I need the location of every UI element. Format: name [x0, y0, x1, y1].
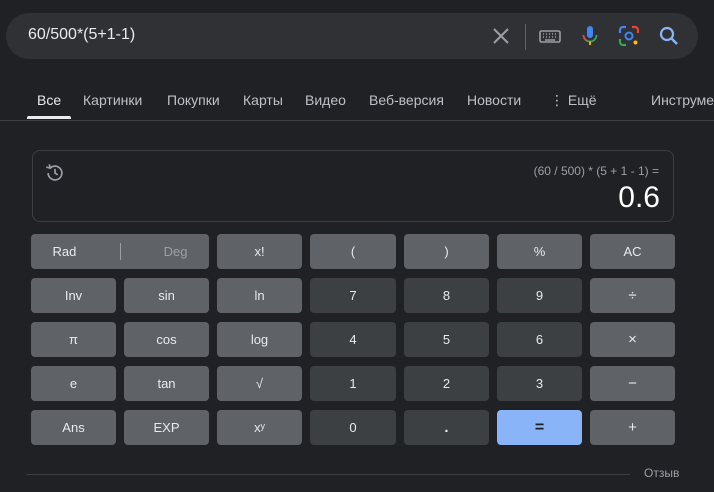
- microphone-icon[interactable]: [578, 24, 602, 48]
- digit-6-button[interactable]: 6: [497, 322, 582, 357]
- close-paren-button[interactable]: ): [404, 234, 489, 269]
- decimal-point-button[interactable]: .: [404, 410, 489, 445]
- ln-button[interactable]: ln: [217, 278, 302, 313]
- tan-button[interactable]: tan: [124, 366, 209, 401]
- expression-text: (60 / 500) * (5 + 1 - 1) =: [533, 164, 659, 178]
- history-icon[interactable]: [44, 162, 66, 184]
- rad-button[interactable]: Rad: [53, 244, 77, 259]
- ans-button[interactable]: Ans: [31, 410, 116, 445]
- search-icon[interactable]: [657, 24, 681, 48]
- tab-shopping[interactable]: Покупки: [167, 92, 220, 108]
- search-input[interactable]: 60/500*(5+1-1): [28, 26, 135, 44]
- log-button[interactable]: log: [217, 322, 302, 357]
- plus-button[interactable]: +: [590, 410, 675, 445]
- tab-tools[interactable]: Инструменты: [651, 92, 714, 108]
- sqrt-button[interactable]: √: [217, 366, 302, 401]
- digit-4-button[interactable]: 4: [310, 322, 396, 357]
- digit-1-button[interactable]: 1: [310, 366, 396, 401]
- tabs-divider: [0, 120, 714, 121]
- calculator-display: (60 / 500) * (5 + 1 - 1) = 0.6: [32, 150, 674, 222]
- digit-7-button[interactable]: 7: [310, 278, 396, 313]
- digit-8-button[interactable]: 8: [404, 278, 489, 313]
- power-button[interactable]: xʸ: [217, 410, 302, 445]
- clear-icon[interactable]: [489, 24, 513, 48]
- percent-button[interactable]: %: [497, 234, 582, 269]
- cos-button[interactable]: cos: [124, 322, 209, 357]
- sin-button[interactable]: sin: [124, 278, 209, 313]
- digit-9-button[interactable]: 9: [497, 278, 582, 313]
- tab-videos[interactable]: Видео: [305, 92, 346, 108]
- equals-button[interactable]: =: [497, 410, 582, 445]
- result-value: 0.6: [618, 181, 660, 214]
- multiply-button[interactable]: ×: [590, 322, 675, 357]
- search-bar[interactable]: 60/500*(5+1-1): [6, 13, 698, 59]
- factorial-button[interactable]: x!: [217, 234, 302, 269]
- tab-images[interactable]: Картинки: [83, 92, 142, 108]
- minus-button[interactable]: −: [590, 366, 675, 401]
- rad-deg-separator: [119, 243, 121, 260]
- keyboard-icon[interactable]: [538, 24, 562, 48]
- digit-5-button[interactable]: 5: [404, 322, 489, 357]
- active-tab-indicator: [27, 116, 71, 119]
- open-paren-button[interactable]: (: [310, 234, 396, 269]
- search-bar-divider: [525, 24, 526, 50]
- exp-button[interactable]: EXP: [124, 410, 209, 445]
- tab-all[interactable]: Все: [37, 92, 61, 108]
- clear-button[interactable]: AC: [590, 234, 675, 269]
- search-tabs: Все Картинки Покупки Карты Видео Веб-вер…: [0, 78, 714, 122]
- rad-deg-toggle[interactable]: Rad Deg: [31, 234, 209, 269]
- tab-web[interactable]: Веб-версия: [369, 92, 444, 108]
- footer-divider: [27, 474, 630, 475]
- tab-news[interactable]: Новости: [467, 92, 521, 108]
- tab-more[interactable]: ⋮ Ещё: [550, 92, 597, 109]
- feedback-link[interactable]: Отзыв: [644, 466, 679, 480]
- digit-3-button[interactable]: 3: [497, 366, 582, 401]
- deg-button[interactable]: Deg: [164, 244, 188, 259]
- pi-button[interactable]: π: [31, 322, 116, 357]
- tab-maps[interactable]: Карты: [243, 92, 283, 108]
- google-lens-icon[interactable]: [617, 24, 641, 48]
- e-button[interactable]: e: [31, 366, 116, 401]
- digit-2-button[interactable]: 2: [404, 366, 489, 401]
- divide-button[interactable]: ÷: [590, 278, 675, 313]
- digit-0-button[interactable]: 0: [310, 410, 396, 445]
- inv-button[interactable]: Inv: [31, 278, 116, 313]
